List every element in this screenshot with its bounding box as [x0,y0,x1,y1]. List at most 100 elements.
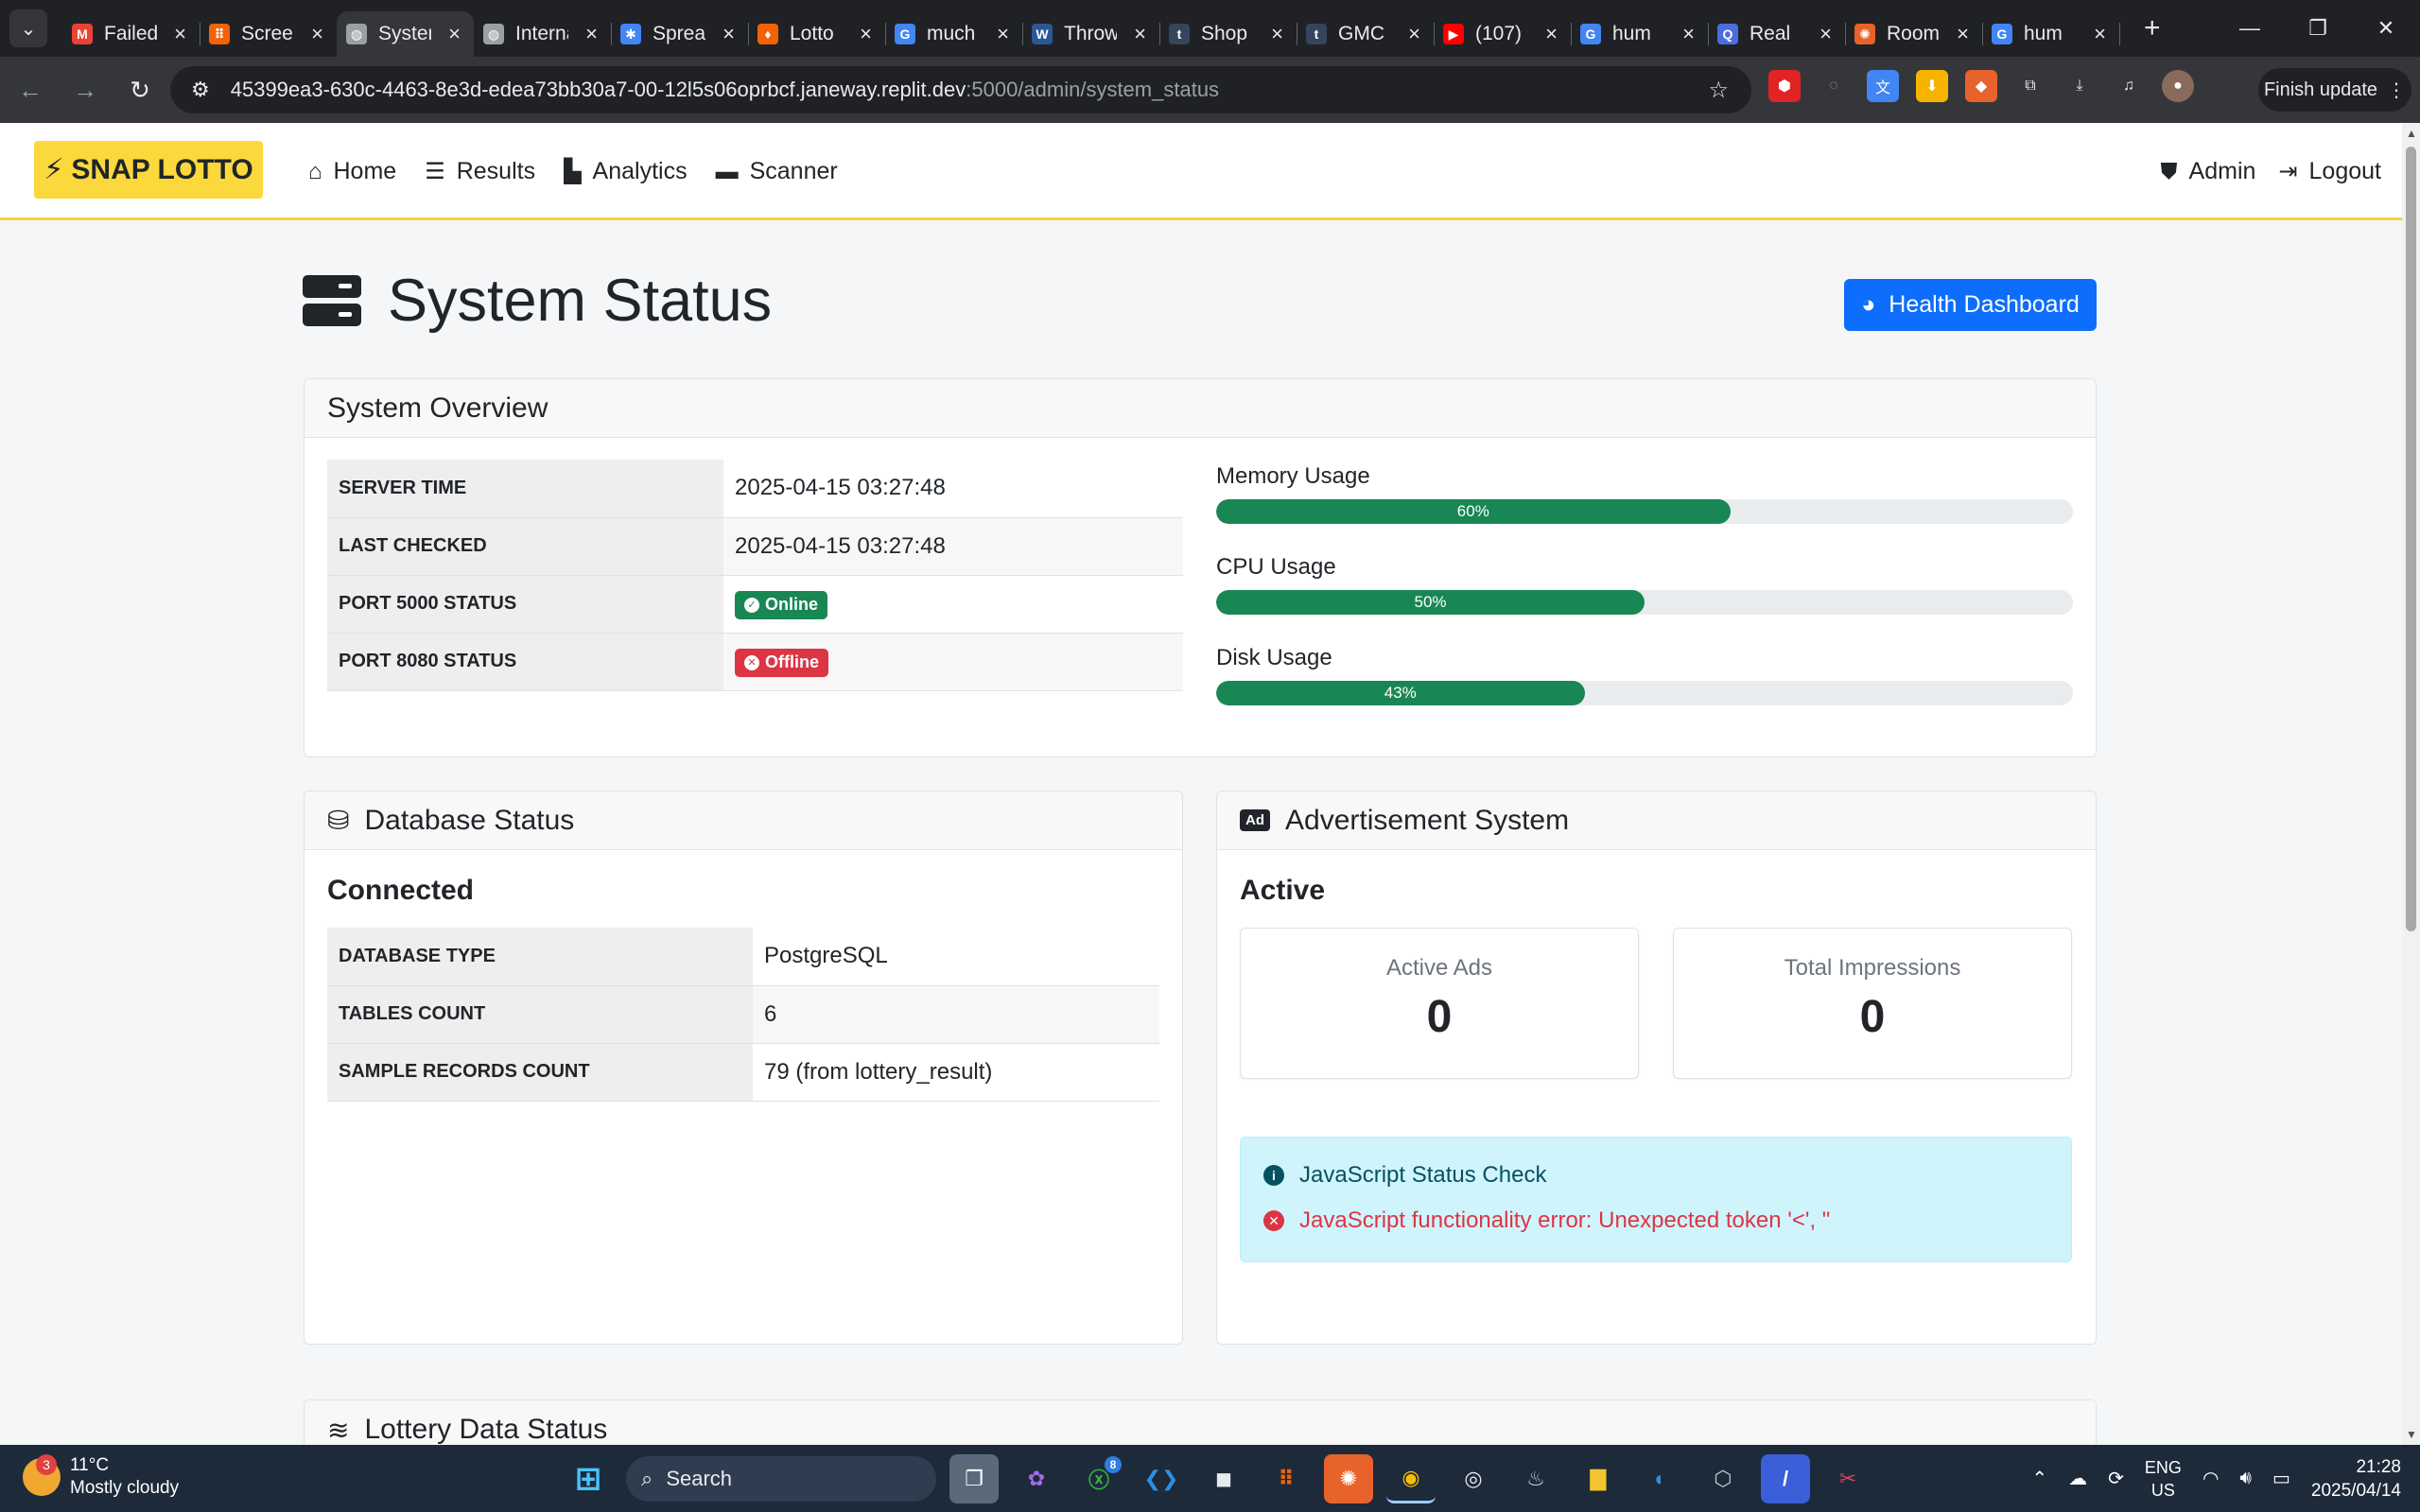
loading-extension-icon[interactable]: ◌ [1818,70,1850,102]
tab-close-icon[interactable]: × [860,22,872,46]
chrome-icon[interactable]: ◉ [1386,1454,1436,1503]
brand-logo[interactable]: ⚡ SNAP LOTTO [34,141,263,199]
forward-arrow-icon[interactable]: → [61,65,110,114]
memory-progress-fill: 60% [1216,499,1731,524]
task-view-icon[interactable]: ❐ [949,1454,999,1503]
taskbar-search[interactable]: ⌕ Search [626,1456,936,1502]
bookmark-star-icon[interactable]: ☆ [1708,77,1729,104]
vscode-icon[interactable]: ❮❯ [1137,1454,1186,1503]
obs-icon[interactable]: ◎ [1449,1454,1498,1503]
more-menu-icon[interactable]: ⋮ [2387,78,2406,102]
tab-close-icon[interactable]: × [1682,22,1695,46]
nav-analytics[interactable]: ▙ Analytics [564,158,688,185]
tab-search-chevron-icon[interactable]: ⌄ [9,9,47,47]
address-bar[interactable]: ⚙ 45399ea3-630c-4463-8e3d-edea73bb30a7-0… [170,66,1751,113]
wifi-icon[interactable]: ◠ [2202,1467,2219,1490]
database-icon: ⛁ [327,806,350,835]
file-explorer-icon[interactable]: ▇ [1574,1454,1623,1503]
downloads-icon[interactable]: ⤓ [2063,70,2096,102]
app-gear-icon[interactable]: ⬡ [1698,1454,1748,1503]
linear-icon[interactable]: / [1761,1454,1810,1503]
sync-icon[interactable]: ⟳ [2108,1467,2124,1490]
media-control-icon[interactable]: ♫ [2113,70,2145,102]
tab-close-icon[interactable]: × [723,22,735,46]
xbox-icon[interactable]: ⓧ 8 [1074,1454,1123,1503]
weather-widget[interactable]: 3 11°C Mostly cloudy [23,1454,179,1500]
tab-separator [2119,23,2120,45]
tab-close-icon[interactable]: × [1271,22,1283,46]
gmail-icon: M [72,24,93,44]
nav-scanner[interactable]: ▬ Scanner [716,158,838,185]
scroll-up-icon[interactable]: ▲ [2406,127,2417,140]
back-arrow-icon[interactable]: ← [6,65,55,114]
scroll-down-icon[interactable]: ▼ [2406,1428,2417,1441]
browser-tab[interactable]: M Failed × [62,11,200,57]
volume-icon[interactable]: 🔊︎ [2239,1468,2252,1489]
nav-admin[interactable]: ⛊ Admin [2161,158,2256,185]
taskbar-clock[interactable]: 21:28 2025/04/14 [2311,1455,2401,1503]
tab-close-icon[interactable]: × [1134,22,1146,46]
browser-tab[interactable]: Q Real × [1708,11,1846,57]
tab-close-icon[interactable]: × [1545,22,1558,46]
windows-start-icon[interactable]: ⊞ [564,1454,613,1503]
profile-avatar[interactable]: ● [2162,70,2194,102]
tab-close-icon[interactable]: × [2094,22,2106,46]
download-extension-icon[interactable]: ⬇ [1916,70,1948,102]
tab-close-icon[interactable]: × [311,22,323,46]
scrollbar-thumb[interactable] [2406,147,2416,931]
browser-tab[interactable]: ♦ Lotto × [748,11,886,57]
tab-close-icon[interactable]: × [1408,22,1420,46]
browser-tab[interactable]: Ghum × [1571,11,1709,57]
shield-extension-icon[interactable]: ⬢ [1768,70,1801,102]
browser-tab[interactable]: Ghum × [1982,11,2120,57]
tab-close-icon[interactable]: × [1819,22,1832,46]
browser-tab[interactable]: W Throw × [1022,11,1160,57]
browser-tab[interactable]: ▶ (107) × [1434,11,1572,57]
browser-tab[interactable]: ✺ Room × [1845,11,1983,57]
tab-close-icon[interactable]: × [1957,22,1969,46]
site-info-icon[interactable]: ⚙ [191,78,210,102]
claude-icon[interactable]: ✺ [1324,1454,1373,1503]
total-impressions-value: 0 [1859,992,1886,1042]
new-tab-plus-icon[interactable]: + [2144,12,2161,44]
table-row: PORT 5000 STATUS ✓ Online [327,575,1183,634]
finish-update-button[interactable]: Finish update ⋮ [2258,68,2411,112]
tab-close-icon[interactable]: × [997,22,1009,46]
copilot-icon[interactable]: ✿ [1012,1454,1061,1503]
reload-icon[interactable]: ↻ [115,65,165,114]
snipping-tool-icon[interactable]: ✂ [1823,1454,1872,1503]
close-window-icon[interactable]: ✕ [2352,0,2420,57]
x-circle-icon: ✕ [744,654,759,670]
battery-icon[interactable]: ▭ [2272,1467,2290,1490]
nav-analytics-label: Analytics [592,158,688,184]
puzzle-extensions-icon[interactable]: ⧉ [2014,70,2046,102]
lightning-icon: ⚡ [44,154,64,185]
onedrive-cloud-icon[interactable]: ☁ [2068,1467,2087,1490]
language-indicator[interactable]: ENG US [2145,1456,2182,1502]
browser-tab[interactable]: Gmuch × [885,11,1023,57]
edge-icon[interactable]: ◐ [1636,1454,1685,1503]
health-dashboard-button[interactable]: ◕ Health Dashboard [1844,279,2097,331]
steam-icon[interactable]: ♨ [1511,1454,1560,1503]
fox-extension-icon[interactable]: ◆ [1965,70,1997,102]
browser-tab[interactable]: ◍ Internal × [474,11,612,57]
tab-close-icon[interactable]: × [174,22,186,46]
minimize-icon[interactable]: — [2216,0,2284,57]
nav-home[interactable]: ⌂ Home [308,158,396,185]
replit-icon[interactable]: ⠿ [1262,1454,1311,1503]
tab-close-icon[interactable]: × [448,22,461,46]
nav-results[interactable]: ☰ Results [425,158,535,185]
browser-tab[interactable]: t Shop × [1159,11,1297,57]
page-scrollbar[interactable]: ▲ ▼ [2402,123,2420,1445]
restore-icon[interactable]: ❐ [2284,0,2352,57]
translate-extension-icon[interactable]: 文 [1867,70,1899,102]
nav-logout[interactable]: ⇥ Logout [2278,158,2381,185]
browser-tab[interactable]: t GMC × [1297,11,1435,57]
epic-games-icon[interactable]: ◼ [1199,1454,1248,1503]
browser-tab[interactable]: ✱ Spreads × [611,11,749,57]
browser-tab[interactable]: ◍ System × [337,11,474,57]
tab-close-icon[interactable]: × [585,22,598,46]
url-path: :5000/admin/system_status [966,78,1220,101]
tray-expand-icon[interactable]: ⌃ [2031,1467,2047,1490]
browser-tab[interactable]: ⠿ Screen × [200,11,338,57]
